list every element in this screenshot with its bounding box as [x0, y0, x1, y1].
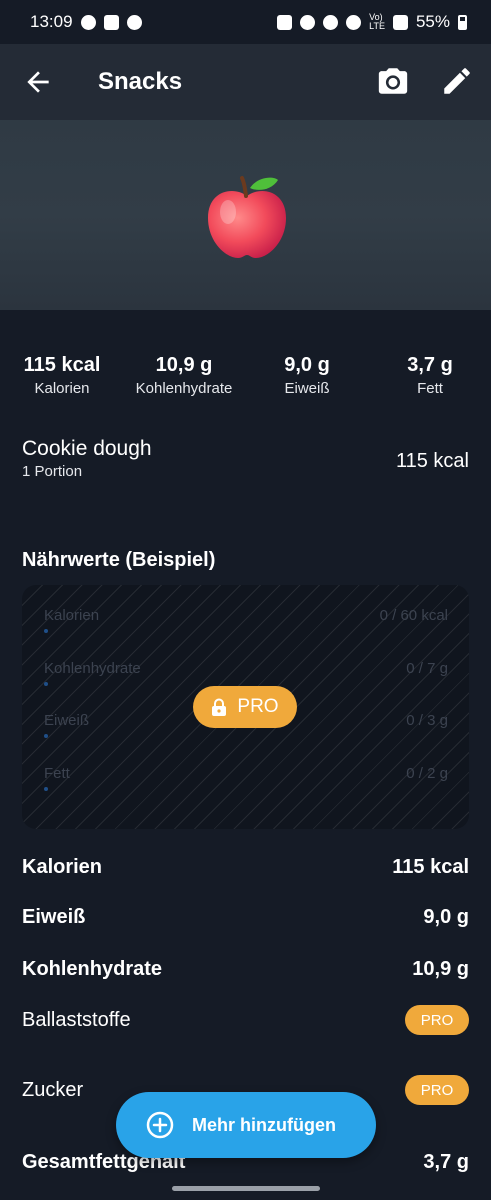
progress-bar	[44, 787, 48, 791]
home-indicator[interactable]	[172, 1186, 320, 1191]
nutrient-name: Eiweiß	[22, 906, 86, 928]
status-bar: 13:09 Vo) LTE 55%	[0, 0, 491, 44]
mute-icon	[323, 14, 339, 30]
apple-icon	[208, 176, 286, 258]
nutrient-row-carbs: Kohlenhydrate 10,9 g	[22, 954, 469, 984]
nutrient-row-protein: Eiweiß 9,0 g	[22, 902, 469, 932]
nutrient-name: Ballaststoffe	[22, 1009, 131, 1031]
locked-row-value: 0 / 7 g	[406, 660, 448, 677]
nutrient-name: Kohlenhydrate	[22, 958, 163, 980]
macro-calories: 115 kcal Kalorien	[22, 352, 102, 400]
nutrient-value: 3,7 g	[423, 1151, 469, 1173]
pro-badge[interactable]: PRO	[405, 1005, 469, 1035]
do-not-disturb-icon	[126, 14, 142, 30]
locked-row-value: 0 / 60 kcal	[379, 607, 448, 624]
macro-carbs: 10,9 g Kohlenhydrate	[128, 352, 240, 400]
locked-row: Kalorien 0 / 60 kcal	[44, 607, 448, 637]
app-bar: Snacks	[0, 44, 491, 120]
back-arrow-icon[interactable]	[22, 66, 54, 98]
pro-label: PRO	[237, 696, 279, 717]
pro-unlock-button[interactable]: PRO	[193, 686, 297, 728]
locked-row-value: 0 / 2 g	[406, 765, 448, 782]
nutrient-value: 115 kcal	[392, 856, 469, 878]
page-title: Snacks	[98, 68, 183, 95]
status-left: 13:09	[30, 12, 142, 32]
battery-percent: 55%	[415, 12, 450, 31]
messenger-icon	[80, 14, 96, 30]
locked-row-name: Fett	[44, 765, 70, 782]
battery-saver-icon	[277, 14, 293, 30]
progress-bar	[44, 682, 48, 686]
macro-label: Fett	[417, 380, 443, 397]
battery-icon	[458, 14, 467, 30]
macro-value: 9,0 g	[284, 354, 330, 376]
nutrient-name: Kalorien	[22, 856, 103, 878]
add-more-label: Mehr hinzufügen	[192, 1114, 336, 1135]
nutrient-value: 10,9 g	[412, 958, 469, 980]
pro-badge[interactable]: PRO	[405, 1075, 469, 1105]
wifi-icon	[346, 14, 362, 30]
progress-bar	[44, 629, 48, 633]
lte-label: Vo) LTE	[369, 12, 385, 31]
macro-value: 10,9 g	[155, 354, 213, 376]
add-more-button[interactable]: Mehr hinzufügen	[116, 1092, 376, 1158]
locked-nutrition-card[interactable]: Kalorien 0 / 60 kcal Kohlenhydrate 0 / 7…	[22, 585, 469, 829]
macro-protein: 9,0 g Eiweiß	[268, 352, 346, 400]
checkbox-notification-icon	[103, 14, 119, 30]
nutrient-row-fiber: Ballaststoffe PRO	[22, 1005, 469, 1035]
macro-label: Kohlenhydrate	[135, 380, 233, 397]
pencil-icon[interactable]	[440, 64, 474, 98]
signal-icon	[392, 14, 408, 30]
macro-label: Kalorien	[34, 380, 90, 397]
camera-icon[interactable]	[376, 64, 410, 98]
locked-row: Fett 0 / 2 g	[44, 765, 448, 795]
status-right: Vo) LTE 55%	[277, 12, 467, 32]
alarm-icon	[300, 14, 316, 30]
locked-row-name: Kohlenhydrate	[44, 660, 141, 677]
portion-kcal: 115 kcal	[395, 450, 469, 472]
locked-row-name: Kalorien	[44, 607, 100, 624]
nutrition-section-title: Nährwerte (Beispiel)	[22, 549, 216, 571]
progress-bar	[44, 734, 48, 738]
nutrient-name: Zucker	[22, 1079, 84, 1101]
locked-row-value: 0 / 3 g	[406, 712, 448, 729]
plus-circle-icon	[146, 1111, 174, 1139]
portion-row[interactable]: Cookie dough 1 Portion 115 kcal	[22, 436, 469, 486]
macro-summary: 115 kcal Kalorien 10,9 g Kohlenhydrate 9…	[0, 352, 491, 402]
macro-fat: 3,7 g Fett	[392, 352, 468, 400]
macro-value: 3,7 g	[407, 354, 453, 376]
macro-label: Eiweiß	[284, 380, 330, 397]
macro-value: 115 kcal	[23, 354, 101, 376]
locked-row-name: Eiweiß	[44, 712, 90, 729]
nutrient-row-calories: Kalorien 115 kcal	[22, 852, 469, 882]
status-time: 13:09	[30, 12, 73, 31]
nutrient-value: 9,0 g	[423, 906, 469, 928]
lock-icon	[212, 698, 227, 716]
